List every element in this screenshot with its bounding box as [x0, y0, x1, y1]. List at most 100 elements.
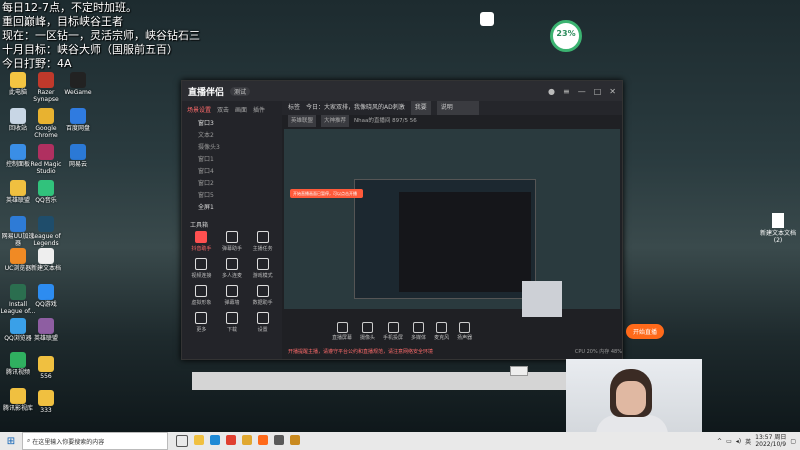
taskbar-search[interactable]: ⌕ 在这里输入你要搜索的内容	[22, 432, 168, 450]
desktop-icon[interactable]: 英雄联盟	[28, 318, 64, 342]
tool-button[interactable]: 下载	[217, 312, 248, 333]
desktop-icon[interactable]: QQ音乐	[28, 180, 64, 204]
tool-label: 设置	[257, 327, 268, 333]
scene-row[interactable]: 窗口2	[182, 178, 282, 190]
tool-icon	[225, 285, 238, 297]
desktop-icon-label: 333	[40, 407, 52, 414]
folder-icon[interactable]	[242, 435, 252, 445]
tab-double[interactable]: 双击	[217, 105, 229, 114]
user-avatar-icon[interactable]: ●	[548, 87, 555, 96]
live-companion-icon[interactable]	[258, 435, 268, 445]
overlay-line-4: 十月目标：峡谷大师（国服前五百）	[2, 43, 178, 56]
performance-widget[interactable]: 23%	[550, 20, 582, 52]
scene-row[interactable]: 窗口1	[182, 154, 282, 166]
start-button[interactable]: ⊞	[0, 436, 22, 447]
tool-button[interactable]: 抖音助手	[186, 231, 217, 252]
text-file-icon	[38, 248, 54, 264]
notification-icon[interactable]: ▢	[790, 438, 796, 445]
tool-button[interactable]: 多人连麦	[217, 258, 248, 279]
cat-widget-icon[interactable]	[480, 12, 494, 26]
stream-preview[interactable]: 开始直播画面已暂停，可以点击开播	[284, 129, 620, 309]
media-button[interactable]: 多媒体	[411, 321, 426, 341]
desktop-icon[interactable]: 333	[28, 390, 64, 414]
widget-score: 23	[556, 29, 568, 38]
scene-row[interactable]: 窗口3	[182, 118, 282, 130]
ime-icon[interactable]: 英	[745, 437, 751, 446]
tool-button[interactable]: 弹幕助手	[217, 231, 248, 252]
task-view-icon[interactable]	[176, 435, 188, 447]
phone-cast-button[interactable]: 手机投屏	[383, 321, 404, 341]
tool-button[interactable]: 数据助手	[247, 285, 278, 306]
tool-label: 更多	[196, 327, 207, 333]
tab-screen[interactable]: 画面	[235, 105, 247, 114]
notice-tag-button[interactable]: 我要	[410, 101, 431, 115]
tool-icon	[256, 258, 269, 270]
tool-button[interactable]: 视频连接	[186, 258, 217, 279]
notice-field[interactable]: 说明	[436, 101, 479, 115]
version-badge: 测试	[230, 86, 251, 96]
desktop-icon[interactable]: 百度网盘	[60, 108, 96, 132]
file-explorer-icon[interactable]	[194, 435, 204, 445]
microphone-button[interactable]: 麦克风	[434, 321, 449, 341]
scene-row[interactable]: 窗口4	[182, 166, 282, 178]
overlay-line-3: 现在：一区钻一，灵活宗师，峡谷钻石三	[2, 29, 200, 42]
league-icon	[38, 216, 54, 232]
desktop-icon[interactable]: Google Chrome	[28, 108, 64, 139]
app-icon[interactable]	[290, 435, 300, 445]
speaker-button[interactable]: 扬声器	[457, 321, 472, 341]
close-icon[interactable]: ✕	[609, 87, 616, 96]
start-live-button[interactable]: 开始直播	[625, 323, 664, 339]
desktop-icon[interactable]: QQ游戏	[28, 284, 64, 308]
desktop-icon[interactable]: 新建文本档	[28, 248, 64, 272]
folder-icon	[10, 180, 26, 196]
scene-row[interactable]: 摄像头3	[182, 142, 282, 154]
volume-icon[interactable]: ◂)	[736, 438, 741, 445]
scene-row[interactable]: 窗口5	[182, 190, 282, 202]
desktop-icon-label: Google Chrome	[34, 125, 58, 139]
tool-button[interactable]: 主播任务	[247, 231, 278, 252]
clock-date: 2022/10/9	[755, 441, 787, 448]
desktop-icon[interactable]: 556	[28, 356, 64, 380]
app-icon[interactable]	[274, 435, 284, 445]
category-tag[interactable]: 英雄联盟	[288, 115, 317, 127]
menu-icon[interactable]: ≡	[563, 87, 570, 96]
window-controls: ● ≡ — □ ✕	[548, 87, 616, 96]
preview-inner-window	[399, 192, 531, 292]
tray-chevron-icon[interactable]: ^	[717, 438, 722, 445]
recommend-tag[interactable]: 大神推荐	[321, 115, 350, 127]
tool-button[interactable]: 弹幕墙	[217, 285, 248, 306]
tab-plugin[interactable]: 插件	[253, 105, 265, 114]
tool-label: 数据助手	[252, 300, 273, 306]
scene-row[interactable]: 文本2	[182, 130, 282, 142]
tool-button[interactable]: 更多	[186, 312, 217, 333]
desktop-icon[interactable]: 网易云	[60, 144, 96, 168]
stream-overlay-text: 每日12-7点，不定时加班。 重回巅峰，目标峡谷王者 现在：一区钻一，灵活宗师，…	[2, 1, 200, 71]
preview-alert[interactable]: 开始直播画面已暂停，可以点击开播	[290, 189, 363, 198]
chrome-icon[interactable]	[226, 435, 236, 445]
desktop-icon[interactable]: Razer Synapse	[28, 72, 64, 103]
tool-button[interactable]: 虚拟形象	[186, 285, 217, 306]
tool-button[interactable]: 游戏模式	[247, 258, 278, 279]
desktop-icon[interactable]: League of Legends	[28, 216, 64, 247]
source-label: 手机投屏	[383, 334, 404, 341]
toolbox-title: 工具箱	[190, 222, 209, 229]
camera-button[interactable]: 摄像头	[360, 321, 375, 341]
webcam-face	[616, 381, 646, 415]
tool-icon	[225, 312, 238, 324]
scene-sidebar: 场景设置 双击 画面 插件 窗口3 文本2 摄像头3 窗口1 窗口4 窗口2 窗…	[182, 101, 282, 359]
edge-icon[interactable]	[210, 435, 220, 445]
clock[interactable]: 13:57 周日 2022/10/9	[755, 434, 786, 448]
desktop-icon-label: Razer Synapse	[33, 89, 59, 103]
network-icon[interactable]: ▭	[726, 438, 732, 445]
desktop-file-right[interactable]: 新建文本文档 (2)	[758, 213, 798, 244]
maximize-icon[interactable]: □	[594, 87, 602, 96]
tab-scene[interactable]: 场景设置	[187, 105, 211, 114]
screen-capture-button[interactable]: 直播屏幕	[332, 321, 352, 341]
scene-row[interactable]: 全屏1	[182, 202, 282, 214]
desktop-icon[interactable]: WeGame	[60, 72, 96, 96]
minimize-icon[interactable]: —	[578, 87, 586, 96]
desktop-icon[interactable]: Red Magic Studio	[28, 144, 64, 175]
inner-window-tab[interactable]	[510, 366, 528, 376]
camera-preview-small[interactable]	[522, 281, 562, 317]
tool-button[interactable]: 设置	[247, 312, 278, 333]
